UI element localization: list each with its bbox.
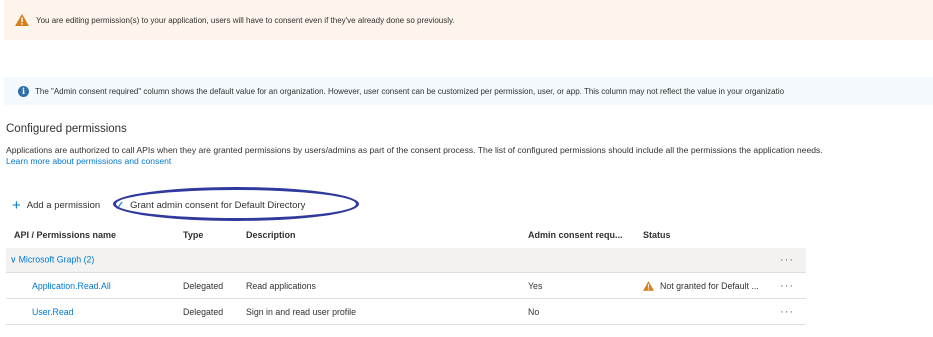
group-more-icon[interactable]: ··· xyxy=(780,254,794,266)
row-more-icon[interactable]: ··· xyxy=(780,306,794,318)
add-permission-label: Add a permission xyxy=(26,199,101,211)
permissions-toolbar: + Add a permission ✓ Grant admin consent… xyxy=(6,195,305,215)
permission-link[interactable]: User.Read xyxy=(32,307,74,317)
status-text: Not granted for Default ... xyxy=(660,280,759,291)
row-more-icon[interactable]: ··· xyxy=(780,280,794,292)
permission-link[interactable]: Application.Read.All xyxy=(32,281,111,291)
table-row: Application.Read.All Delegated Read appl… xyxy=(6,273,806,299)
permission-type: Delegated xyxy=(183,306,224,317)
grant-admin-consent-button[interactable]: ✓ Grant admin consent for Default Direct… xyxy=(114,199,305,212)
info-banner: i The "Admin consent required" column sh… xyxy=(4,77,933,105)
info-message: The "Admin consent required" column show… xyxy=(35,86,785,96)
checkmark-icon: ✓ xyxy=(114,197,126,213)
warning-banner: You are editing permission(s) to your ap… xyxy=(4,0,933,40)
admin-consent-value: Yes xyxy=(528,280,543,291)
permission-description: Sign in and read user profile xyxy=(246,306,357,317)
warning-icon xyxy=(15,14,29,26)
info-icon: i xyxy=(18,85,29,97)
permission-type: Delegated xyxy=(183,280,224,291)
group-toggle[interactable]: ∨ Microsoft Graph (2) xyxy=(10,255,94,266)
section-description: Applications are authorized to call APIs… xyxy=(6,145,826,167)
table-row: User.Read Delegated Sign in and read use… xyxy=(6,299,806,325)
status-cell: Not granted for Default ... xyxy=(643,281,759,291)
section-title: Configured permissions xyxy=(6,123,127,135)
header-status[interactable]: Status xyxy=(643,230,671,240)
group-row-microsoft-graph[interactable]: ∨ Microsoft Graph (2) ··· xyxy=(6,248,806,273)
group-label: Microsoft Graph (2) xyxy=(18,254,95,265)
plus-icon: + xyxy=(12,196,21,214)
warning-message: You are editing permission(s) to your ap… xyxy=(36,15,455,25)
add-permission-button[interactable]: + Add a permission xyxy=(6,198,100,213)
header-description[interactable]: Description xyxy=(246,230,296,240)
chevron-down-icon: ∨ xyxy=(10,254,17,265)
warning-icon xyxy=(643,280,654,291)
grant-admin-consent-label: Grant admin consent for Default Director… xyxy=(130,199,306,211)
header-type[interactable]: Type xyxy=(183,230,203,240)
admin-consent-value: No xyxy=(528,306,540,317)
permission-description: Read applications xyxy=(246,280,316,291)
learn-more-link[interactable]: Learn more about permissions and consent xyxy=(6,156,171,166)
description-text: Applications are authorized to call APIs… xyxy=(6,145,823,155)
table-header: API / Permissions name Type Description … xyxy=(6,226,806,244)
permissions-table: API / Permissions name Type Description … xyxy=(6,226,806,325)
header-admin-consent[interactable]: Admin consent requ... xyxy=(528,230,623,240)
header-name[interactable]: API / Permissions name xyxy=(14,230,116,240)
